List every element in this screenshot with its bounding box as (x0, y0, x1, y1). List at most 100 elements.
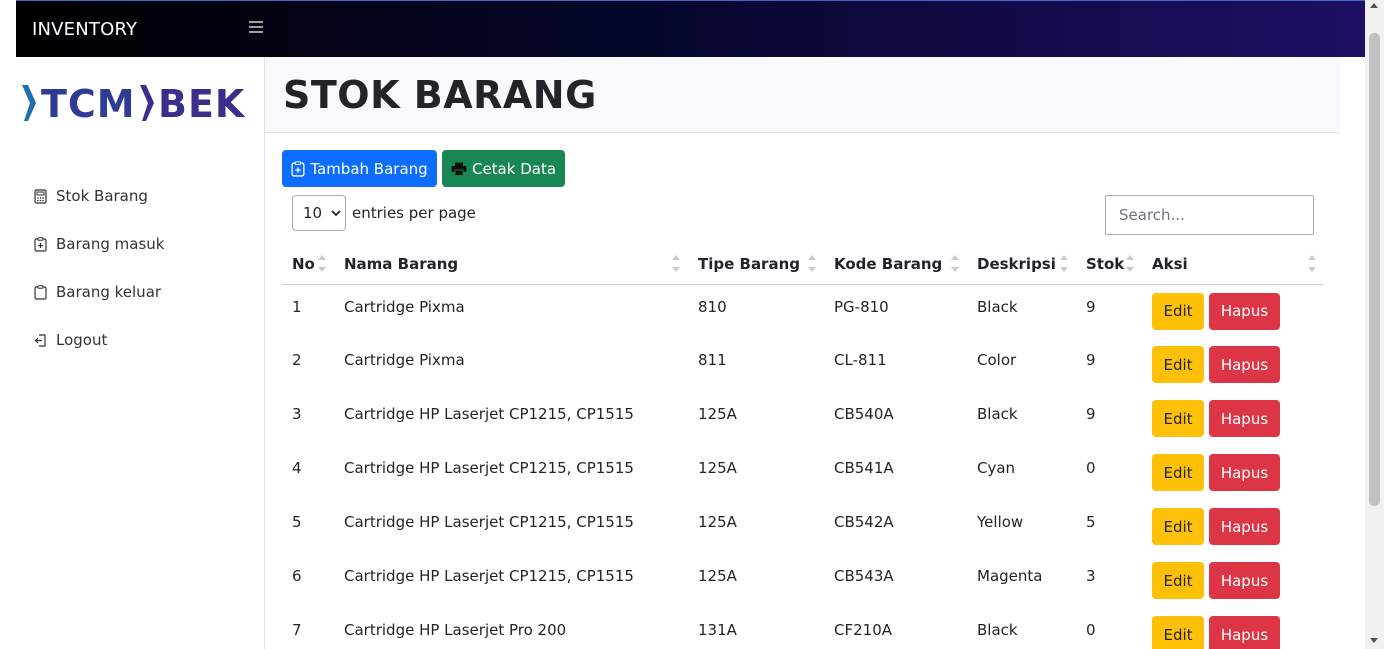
clipboard-icon (34, 284, 47, 300)
column-header-deskripsi[interactable]: Deskripsi (967, 245, 1076, 285)
table-row: 3 Cartridge HP Laserjet CP1215, CP1515 1… (282, 392, 1324, 446)
scrollbar-thumb[interactable] (1369, 33, 1380, 506)
column-header-label: Nama Barang (344, 255, 459, 274)
cell-kode-barang: CB542A (834, 513, 894, 531)
sort-icon[interactable] (1126, 255, 1134, 275)
column-header-nama-barang[interactable]: Nama Barang (334, 245, 688, 285)
delete-button[interactable]: Hapus (1209, 346, 1280, 383)
company-logo: TCM BEK (18, 82, 244, 126)
sort-icon[interactable] (1308, 255, 1316, 275)
cell-nama-barang: Cartridge HP Laserjet Pro 200 (344, 621, 567, 639)
cell-deskripsi: Black (977, 405, 1018, 423)
cell-deskripsi: Yellow (977, 513, 1024, 531)
column-header-label: Deskripsi (977, 255, 1056, 274)
cell-nama-barang: Cartridge Pixma (344, 297, 465, 316)
logo-text-tcm: TCM (41, 82, 136, 126)
brand-title[interactable]: INVENTORY (32, 19, 137, 40)
cell-no: 2 (292, 351, 302, 369)
table-row: 6 Cartridge HP Laserjet CP1215, CP1515 1… (282, 554, 1324, 608)
cell-no: 4 (292, 459, 302, 477)
edit-button[interactable]: Edit (1152, 562, 1204, 599)
column-header-label: Stok (1086, 255, 1125, 274)
column-header-no[interactable]: No (282, 245, 334, 285)
column-header-stok[interactable]: Stok (1076, 245, 1142, 285)
edit-button[interactable]: Edit (1152, 400, 1204, 437)
sort-icon[interactable] (672, 255, 680, 275)
clipboard-plus-icon (291, 160, 305, 177)
delete-button[interactable]: Hapus (1209, 616, 1280, 649)
sort-icon[interactable] (318, 255, 326, 275)
cell-no: 5 (292, 513, 302, 531)
cell-stok: 9 (1086, 297, 1096, 316)
vertical-scrollbar[interactable] (1365, 0, 1384, 649)
column-header-tipe-barang[interactable]: Tipe Barang (688, 245, 824, 285)
column-header-label: No (292, 255, 315, 274)
search-input[interactable]: Search... (1105, 195, 1314, 235)
cell-kode-barang: CF210A (834, 621, 892, 639)
edit-button[interactable]: Edit (1152, 292, 1204, 330)
cell-no: 7 (292, 621, 302, 639)
sort-icon[interactable] (951, 255, 959, 275)
edit-button[interactable]: Edit (1152, 346, 1204, 383)
add-item-button[interactable]: Tambah Barang (282, 150, 437, 187)
delete-button[interactable]: Hapus (1209, 400, 1280, 437)
delete-button[interactable]: Hapus (1209, 292, 1280, 330)
cell-no: 3 (292, 405, 302, 423)
edit-button[interactable]: Edit (1152, 508, 1204, 545)
print-data-label: Cetak Data (471, 159, 557, 178)
main-content: STOK BARANG Tambah Barang Cetak Data 10 … (266, 57, 1340, 649)
page-header: STOK BARANG (266, 57, 1340, 133)
sidebar-item-label: Barang masuk (56, 235, 165, 253)
entries-select[interactable]: 10 (292, 195, 346, 231)
cell-deskripsi: Color (977, 351, 1017, 369)
sidebar-item-barang-keluar[interactable]: Barang keluar (16, 268, 265, 316)
add-item-label: Tambah Barang (310, 159, 428, 178)
cell-tipe-barang: 125A (698, 513, 737, 531)
column-header-label: Aksi (1152, 255, 1188, 274)
delete-button[interactable]: Hapus (1209, 454, 1280, 491)
sidebar-item-barang-masuk[interactable]: Barang masuk (16, 220, 265, 268)
cell-stok: 9 (1086, 405, 1096, 423)
print-data-button[interactable]: Cetak Data (442, 150, 565, 187)
edit-button[interactable]: Edit (1152, 454, 1204, 491)
sort-icon[interactable] (808, 255, 816, 275)
cell-aksi: Edit Hapus (1142, 446, 1324, 500)
sort-icon[interactable] (1060, 255, 1068, 275)
edit-button[interactable]: Edit (1152, 616, 1204, 649)
table-header-row: No Nama Barang Tipe Barang Kode Barang D… (282, 245, 1324, 285)
sidebar-item-label: Logout (56, 331, 108, 349)
sidebar: TCM BEK Stok Barang Barang masuk Barang … (16, 57, 265, 649)
cell-tipe-barang: 131A (698, 621, 737, 639)
cell-stok: 5 (1086, 513, 1096, 531)
delete-button[interactable]: Hapus (1209, 508, 1280, 545)
top-navbar: INVENTORY (16, 0, 1365, 57)
entries-per-page-control: 10 entries per page (292, 195, 476, 231)
cell-nama-barang: Cartridge HP Laserjet CP1215, CP1515 (344, 405, 634, 423)
cell-deskripsi: Cyan (977, 459, 1016, 477)
cell-kode-barang: CL-811 (834, 351, 887, 369)
table-row: 2 Cartridge Pixma 811 CL-811 Color 9 Edi… (282, 338, 1324, 392)
hamburger-icon[interactable] (249, 21, 263, 33)
sidebar-item-logout[interactable]: Logout (16, 316, 265, 364)
sidebar-nav: Stok Barang Barang masuk Barang keluar L… (16, 172, 265, 364)
scroll-down-arrow-icon[interactable] (1370, 638, 1378, 643)
column-header-aksi[interactable]: Aksi (1142, 245, 1324, 285)
cell-no: 6 (292, 567, 302, 585)
cell-tipe-barang: 810 (698, 297, 727, 316)
table-row: 1 Cartridge Pixma 810 PG-810 Black 9 Edi… (282, 284, 1324, 338)
sidebar-item-label: Barang keluar (56, 283, 162, 301)
cell-stok: 0 (1086, 621, 1096, 639)
table-row: 4 Cartridge HP Laserjet CP1215, CP1515 1… (282, 446, 1324, 500)
column-header-kode-barang[interactable]: Kode Barang (824, 245, 967, 285)
scroll-up-arrow-icon[interactable] (1370, 3, 1378, 8)
logo-mark-right-icon (140, 85, 154, 121)
sidebar-item-label: Stok Barang (56, 187, 148, 205)
cell-kode-barang: CB541A (834, 459, 894, 477)
logout-icon (34, 333, 46, 347)
cell-stok: 9 (1086, 351, 1096, 369)
cell-kode-barang: PG-810 (834, 297, 889, 316)
sidebar-item-stok-barang[interactable]: Stok Barang (16, 172, 265, 220)
cell-nama-barang: Cartridge Pixma (344, 351, 465, 369)
column-header-label: Tipe Barang (698, 255, 800, 274)
delete-button[interactable]: Hapus (1209, 562, 1280, 599)
